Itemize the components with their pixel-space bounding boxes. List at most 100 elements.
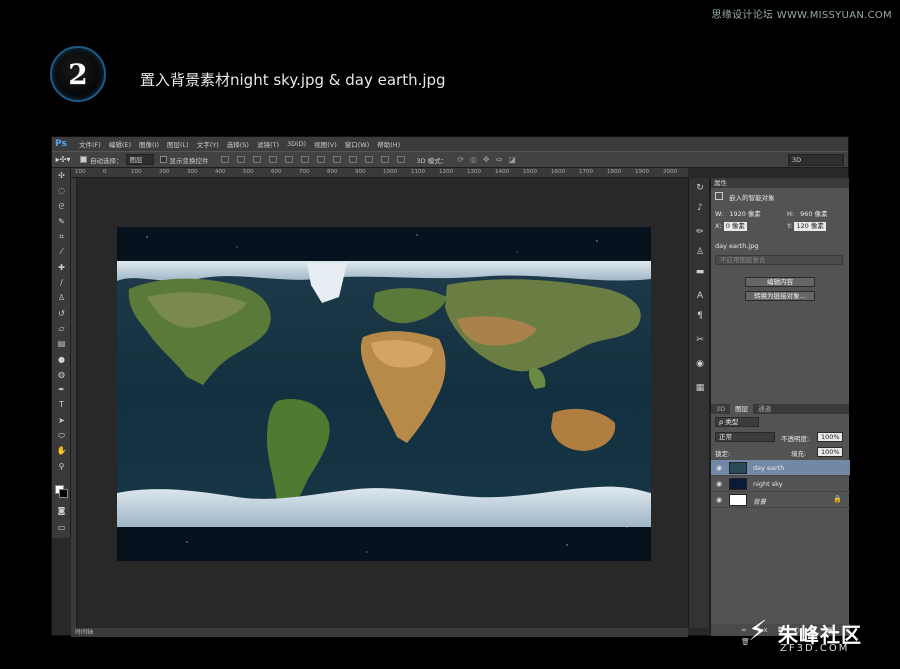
convert-to-linked-button[interactable]: 转换为链接对象... [745, 291, 815, 301]
tool-presets-icon[interactable]: ▬ [689, 262, 711, 282]
quick-mask-icon[interactable]: ◙ [52, 503, 71, 518]
canvas-area[interactable] [77, 178, 688, 628]
menu-help[interactable]: 帮助(H) [373, 139, 404, 149]
menu-3d[interactable]: 3D(D) [283, 140, 310, 148]
height-label: H: [787, 210, 795, 218]
eyedropper-icon[interactable]: ⁄ [52, 244, 71, 259]
auto-select-checkbox[interactable] [80, 156, 87, 163]
show-transform-checkbox[interactable] [159, 156, 167, 163]
slide-3d-icon[interactable]: ⇔ [496, 155, 503, 164]
x-input[interactable]: 0 像素 [723, 222, 747, 231]
scale-3d-icon[interactable]: ◪ [508, 155, 516, 164]
tab-layers[interactable]: 图层 [730, 404, 754, 414]
history-brush-icon[interactable]: ↺ [52, 306, 71, 321]
brush-panel-icon[interactable]: ✏ [689, 222, 711, 242]
align-center-icon[interactable] [284, 156, 293, 163]
hand-icon[interactable]: ✋ [52, 443, 71, 458]
menu-file[interactable]: 文件(F) [75, 139, 105, 149]
align-right-icon[interactable] [300, 156, 309, 163]
distribute-right-icon[interactable] [396, 156, 405, 163]
width-row: W: 1920 像素 [715, 208, 761, 218]
character-panel-icon[interactable]: A [689, 286, 711, 306]
layer-row-day-earth[interactable]: ◉ day earth [711, 460, 850, 476]
tools-icon[interactable]: ✂ [689, 330, 711, 350]
layer-row-background[interactable]: ◉ 背景 🔒 [711, 492, 850, 508]
tab-3d[interactable]: 3D [711, 404, 730, 414]
align-top-icon[interactable] [220, 156, 229, 163]
opacity-input[interactable]: 100% [817, 432, 843, 442]
height-value[interactable]: 960 像素 [800, 210, 827, 218]
move-tool-icon[interactable]: ▸✣▾ [52, 155, 74, 164]
healing-brush-icon[interactable]: ✚ [52, 260, 71, 275]
move-icon[interactable]: ✣ [52, 168, 71, 183]
align-left-icon[interactable] [268, 156, 277, 163]
x-label: X: [715, 222, 722, 230]
width-value[interactable]: 1920 像素 [729, 210, 761, 218]
pen-icon[interactable]: ✒ [52, 382, 71, 397]
y-input[interactable]: 120 像素 [794, 222, 826, 231]
marquee-icon[interactable]: ◌ [52, 183, 71, 198]
ruler-tick: 1700 [579, 169, 593, 175]
eraser-icon[interactable]: ▱ [52, 321, 71, 336]
background-color-swatch[interactable] [59, 489, 68, 498]
blur-icon[interactable]: ● [52, 352, 71, 367]
distribute-middle-icon[interactable] [332, 156, 341, 163]
dodge-icon[interactable]: ◍ [52, 367, 71, 382]
visibility-eye-icon[interactable]: ◉ [716, 496, 722, 504]
layer-comp-dropdown[interactable]: 不应用图层复合 [715, 255, 843, 265]
edit-contents-button[interactable]: 编辑内容 [745, 277, 815, 287]
menu-type[interactable]: 文字(Y) [193, 139, 223, 149]
workspace-dropdown[interactable]: 3D [788, 154, 844, 166]
layer-row-night-sky[interactable]: ◉ night sky [711, 476, 850, 492]
distribute-left-icon[interactable] [364, 156, 373, 163]
menu-filter[interactable]: 滤镜(T) [253, 139, 283, 149]
visibility-eye-icon[interactable]: ◉ [716, 480, 722, 488]
fill-input[interactable]: 100% [817, 447, 843, 457]
menu-edit[interactable]: 编辑(E) [105, 139, 135, 149]
lasso-icon[interactable]: ᘓ [52, 199, 71, 214]
options-bar: ▸✣▾ 自动选择： 图层 显示变换控件 3D 模式： ⟳ ◎ ✥ ⇔ ◪ 3D [52, 151, 848, 168]
quick-select-icon[interactable]: ✎ [52, 214, 71, 229]
swatches-panel-icon[interactable]: ▦ [689, 378, 711, 398]
menu-view[interactable]: 视图(V) [310, 139, 341, 149]
smart-object-row: 嵌入的智能对象 [715, 192, 775, 202]
menu-bar: Ps 文件(F) 编辑(E) 图像(I) 图层(L) 文字(Y) 选择(S) 滤… [52, 137, 848, 151]
ruler-tick: 600 [271, 169, 282, 175]
timeline-bar[interactable]: 时间轴 [71, 628, 688, 637]
menu-window[interactable]: 窗口(W) [341, 139, 374, 149]
align-bottom-icon[interactable] [252, 156, 261, 163]
align-middle-icon[interactable] [236, 156, 245, 163]
path-select-icon[interactable]: ➤ [52, 413, 71, 428]
orbit-3d-icon[interactable]: ⟳ [457, 155, 464, 164]
ruler-tick: 1800 [607, 169, 621, 175]
pan-3d-icon[interactable]: ✥ [483, 155, 490, 164]
distribute-bottom-icon[interactable] [348, 156, 357, 163]
brush-icon[interactable]: ∕ [52, 275, 71, 290]
blend-mode-dropdown[interactable]: 正常 [715, 432, 775, 442]
crop-icon[interactable]: ⌗ [52, 229, 71, 244]
menu-layer[interactable]: 图层(L) [163, 139, 193, 149]
paragraph-panel-icon[interactable]: ¶ [689, 306, 711, 326]
type-icon[interactable]: T [52, 397, 71, 412]
layer-name: 背景 [753, 498, 766, 506]
menu-image[interactable]: 图像(I) [135, 139, 163, 149]
menu-select[interactable]: 选择(S) [223, 139, 253, 149]
shape-icon[interactable]: ⬭ [52, 428, 71, 443]
visibility-eye-icon[interactable]: ◉ [716, 464, 722, 472]
distribute-top-icon[interactable] [316, 156, 325, 163]
history-panel-icon[interactable]: ↻ [689, 178, 711, 198]
roll-3d-icon[interactable]: ◎ [470, 155, 477, 164]
tab-channels[interactable]: 通道 [753, 404, 776, 414]
clone-stamp-icon[interactable]: ♙ [52, 290, 71, 305]
screen-mode-icon[interactable]: ▭ [52, 520, 71, 535]
auto-select-dropdown[interactable]: 图层 [125, 154, 154, 165]
gradient-icon[interactable]: ▤ [52, 336, 71, 351]
zoom-icon[interactable]: ⚲ [52, 459, 71, 474]
ruler-tick: 1200 [439, 169, 453, 175]
properties-panel-icon[interactable]: ♪ [689, 198, 711, 218]
y-row: Y: 120 像素 [787, 222, 826, 231]
3d-panel-icon[interactable]: ◉ [689, 354, 711, 374]
layer-filter-dropdown[interactable]: ρ 类型 [715, 417, 759, 427]
distribute-center-icon[interactable] [380, 156, 389, 163]
clone-source-icon[interactable]: ♙ [689, 242, 711, 262]
